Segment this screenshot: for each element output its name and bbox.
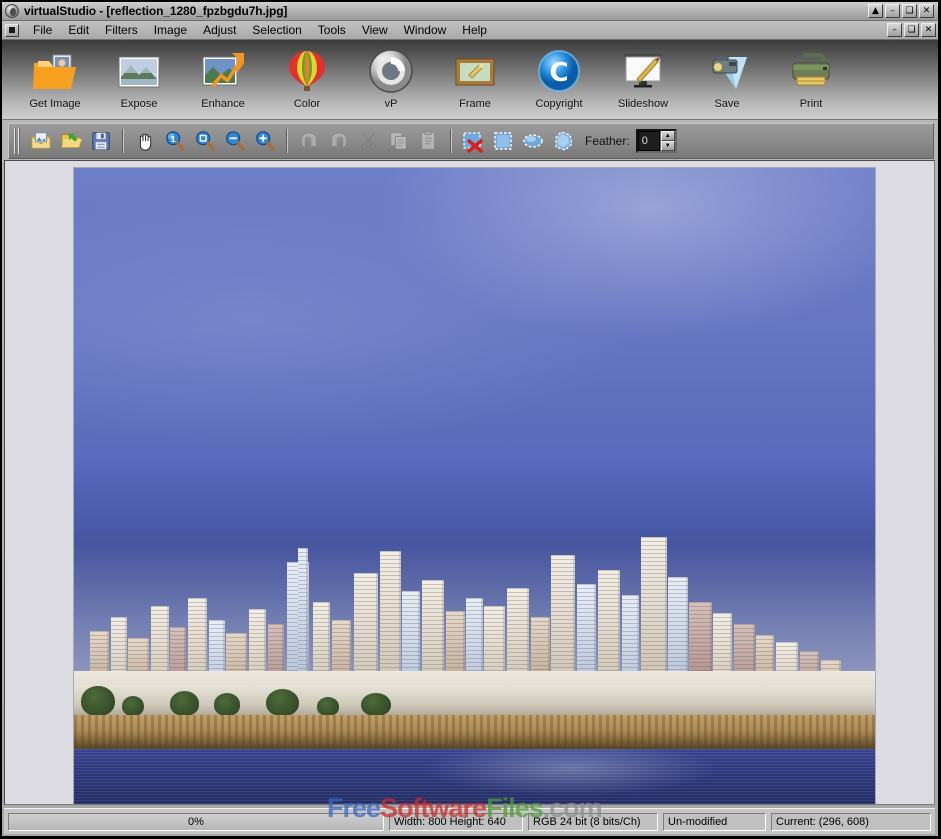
document-workspace[interactable]	[4, 160, 935, 805]
camera-diamond-icon	[703, 47, 751, 95]
save-file-button[interactable]	[87, 127, 115, 155]
projector-screen-icon	[619, 47, 667, 95]
pan-tool-button[interactable]	[131, 127, 159, 155]
toolbar-button-save[interactable]: Save	[692, 44, 762, 110]
system-menu-icon[interactable]	[5, 24, 19, 37]
image-dimensions-field: Width: 800 Height: 640	[389, 813, 523, 831]
menu-item-view[interactable]: View	[354, 22, 396, 38]
ellipse-select-button[interactable]	[519, 127, 547, 155]
main-toolbar: Get Image Expose	[2, 40, 938, 120]
app-logo-icon	[5, 4, 19, 18]
toolbar-label-copyright: Copyright	[535, 98, 582, 110]
svg-text:C: C	[549, 58, 568, 88]
cut-button[interactable]	[355, 127, 383, 155]
zoom-fit-button[interactable]	[191, 127, 219, 155]
toolbar-separator-1	[122, 129, 124, 153]
printer-icon	[787, 47, 835, 95]
picture-frame-icon	[451, 47, 499, 95]
toolbar-label-save: Save	[714, 98, 739, 110]
toolbar-label-print: Print	[800, 98, 823, 110]
water-region	[74, 749, 875, 805]
menu-item-tools[interactable]: Tools	[310, 22, 354, 38]
menu-item-filters[interactable]: Filters	[97, 22, 146, 38]
toolbar-label-enhance: Enhance	[201, 98, 244, 110]
zoom-in-button[interactable]	[251, 127, 279, 155]
toolbar-label-color: Color	[294, 98, 320, 110]
color-mode-field: RGB 24 bit (8 bits/Ch)	[528, 813, 658, 831]
progress-indicator: 0%	[8, 813, 384, 831]
status-bar: 0% Width: 800 Height: 640 RGB 24 bit (8 …	[4, 808, 935, 834]
toolbar-button-expose[interactable]: Expose	[104, 44, 174, 110]
open-file-button[interactable]	[57, 127, 85, 155]
modified-state-field: Un-modified	[663, 813, 766, 831]
toolbar-label-vp: vP	[385, 98, 398, 110]
undo-button[interactable]	[295, 127, 323, 155]
feather-label: Feather:	[585, 134, 630, 148]
feather-input[interactable]: 0	[638, 131, 660, 151]
feather-increment-button[interactable]: ▲	[661, 131, 675, 141]
restore-up-button[interactable]: ▲	[868, 4, 883, 18]
mdi-minimize-button[interactable]: –	[887, 23, 902, 37]
rocky-shoreline	[74, 715, 875, 752]
toolbar-button-get-image[interactable]: Get Image	[20, 44, 90, 110]
toolbar-button-color[interactable]: Color	[272, 44, 342, 110]
zoom-out-button[interactable]	[221, 127, 249, 155]
toolbar-label-slideshow: Slideshow	[618, 98, 668, 110]
maximize-button[interactable]: ❑	[902, 4, 917, 18]
folder-photo-icon	[31, 47, 79, 95]
new-image-button[interactable]	[27, 127, 55, 155]
title-bar: virtualStudio - [reflection_1280_fpzbgdu…	[2, 2, 938, 21]
toolbar-grip[interactable]	[14, 128, 22, 154]
menu-bar: File Edit Filters Image Adjust Selection…	[2, 21, 938, 40]
mdi-close-button[interactable]: ✕	[921, 23, 936, 37]
close-button[interactable]: ✕	[919, 4, 934, 18]
copy-button[interactable]	[385, 127, 413, 155]
freehand-select-button[interactable]	[549, 127, 577, 155]
paste-button[interactable]	[415, 127, 443, 155]
window-title: virtualStudio - [reflection_1280_fpzbgdu…	[24, 4, 287, 18]
menu-item-edit[interactable]: Edit	[60, 22, 97, 38]
feather-spinner-buttons: ▲ ▼	[661, 131, 675, 151]
toolbar-button-slideshow[interactable]: Slideshow	[608, 44, 678, 110]
toolbar-button-print[interactable]: Print	[776, 44, 846, 110]
mdi-restore-button[interactable]: ❑	[904, 23, 919, 37]
toolbar-button-frame[interactable]: Frame	[440, 44, 510, 110]
toolbar-button-copyright[interactable]: C Copyright	[524, 44, 594, 110]
toolbar-label-frame: Frame	[459, 98, 491, 110]
menu-item-adjust[interactable]: Adjust	[195, 22, 244, 38]
secondary-toolbar: 1	[8, 123, 934, 159]
menu-item-selection[interactable]: Selection	[244, 22, 309, 38]
window-controls: ▲ – ❑ ✕	[868, 4, 934, 18]
cursor-position-field: Current: (296, 608)	[771, 813, 931, 831]
toolbar-label-expose: Expose	[121, 98, 158, 110]
mdi-window-controls: – ❑ ✕	[887, 23, 936, 37]
menu-item-image[interactable]: Image	[146, 22, 195, 38]
metal-disc-icon	[367, 47, 415, 95]
minimize-button[interactable]: –	[885, 4, 900, 18]
toolbar-separator-3	[450, 129, 452, 153]
toolbar-separator-2	[286, 129, 288, 153]
feather-decrement-button[interactable]: ▼	[661, 141, 675, 151]
menu-item-file[interactable]: File	[25, 22, 60, 38]
toolbar-button-enhance[interactable]: Enhance	[188, 44, 258, 110]
svg-text:1: 1	[170, 134, 176, 144]
image-canvas[interactable]	[73, 167, 876, 805]
deselect-button[interactable]	[459, 127, 487, 155]
feather-spinner[interactable]: 0 ▲ ▼	[636, 129, 677, 153]
photo-arrow-icon	[199, 47, 247, 95]
toolbar-label-get-image: Get Image	[29, 98, 80, 110]
menu-item-help[interactable]: Help	[454, 22, 495, 38]
copyright-c-icon: C	[535, 47, 583, 95]
menu-item-window[interactable]: Window	[396, 22, 455, 38]
rectangle-select-button[interactable]	[489, 127, 517, 155]
city-skyline	[74, 530, 875, 711]
toolbar-button-vp[interactable]: vP	[356, 44, 426, 110]
redo-button[interactable]	[325, 127, 353, 155]
application-window: virtualStudio - [reflection_1280_fpzbgdu…	[0, 0, 941, 839]
hot-air-balloon-icon	[283, 47, 331, 95]
zoom-actual-button[interactable]: 1	[161, 127, 189, 155]
landscape-photo-icon	[115, 47, 163, 95]
